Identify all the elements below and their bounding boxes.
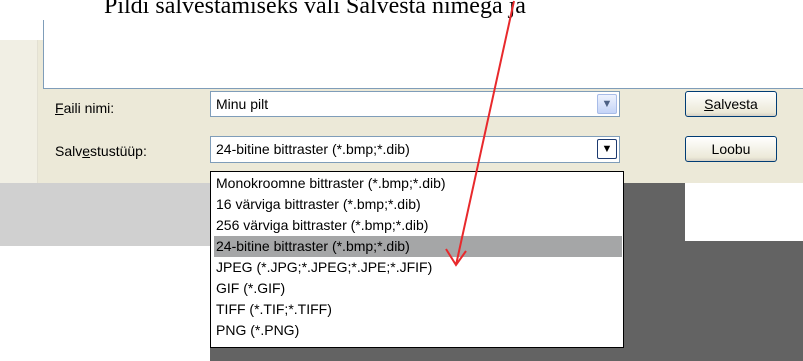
annotation-arrow — [445, 0, 515, 267]
red-arrow-icon — [455, 0, 515, 266]
